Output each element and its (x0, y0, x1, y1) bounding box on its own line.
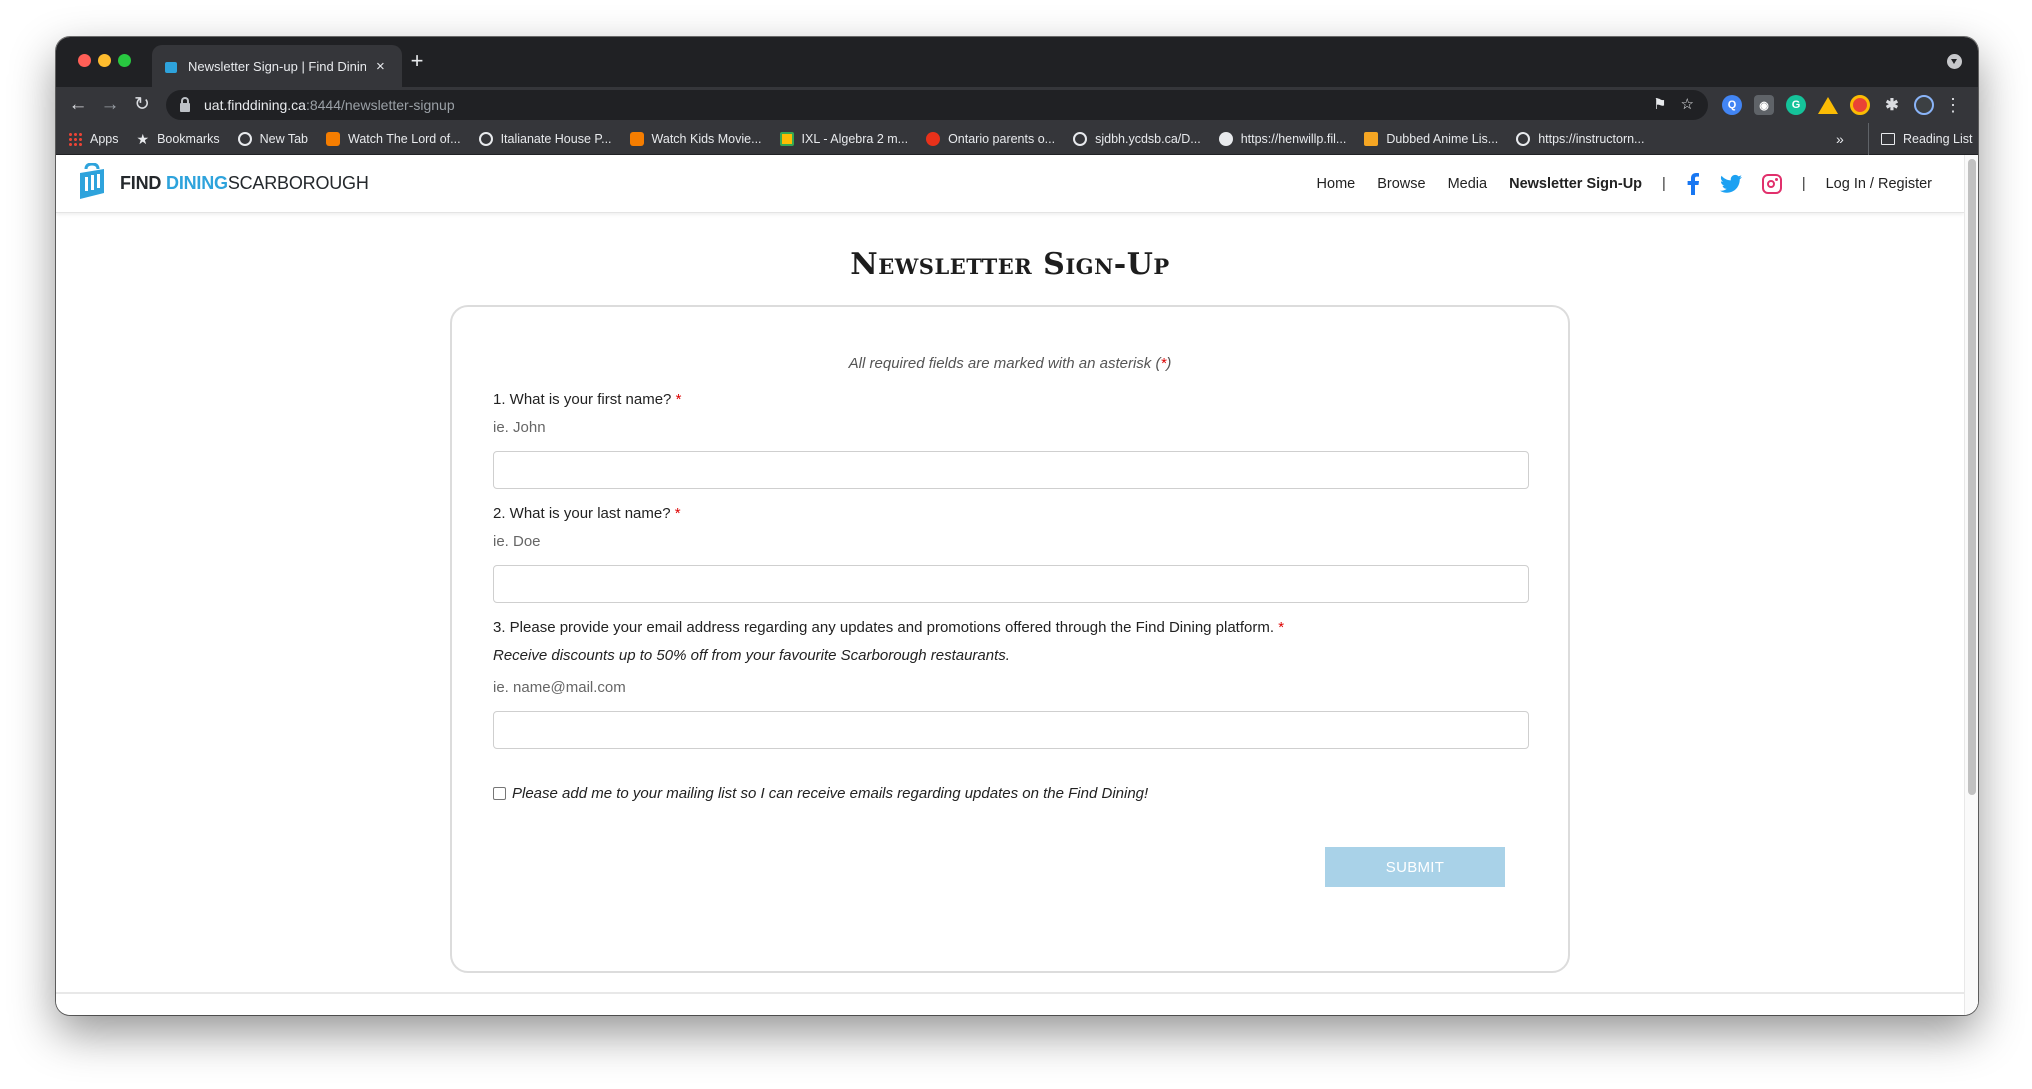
profile-avatar-icon[interactable] (1914, 95, 1934, 115)
extension-search-icon[interactable]: Q (1722, 95, 1742, 115)
extensions-puzzle-icon[interactable]: ✱ (1882, 95, 1902, 115)
site-nav: Home Browse Media Newsletter Sign-Up | |… (1295, 155, 1932, 213)
site-header: FIND DININGSCARBOROUGH Home Browse Media… (56, 155, 1964, 213)
address-bar[interactable]: uat.finddining.ca:8444/newsletter-signup… (166, 90, 1708, 120)
twitter-icon[interactable] (1719, 174, 1742, 194)
site-logo[interactable]: FIND DININGSCARBOROUGH (120, 173, 369, 194)
apps-icon (68, 132, 82, 146)
blocked-popup-icon[interactable]: ⚑ (1653, 95, 1666, 113)
bookmark-instructorn[interactable]: https://instructorn... (1516, 132, 1644, 146)
bookmark-italianate[interactable]: Italianate House P... (478, 132, 612, 146)
nav-media[interactable]: Media (1448, 176, 1488, 192)
ixl-icon (779, 132, 794, 146)
page-scrollbar[interactable] (1964, 155, 1978, 1015)
globe-icon (1073, 132, 1088, 146)
globe-icon (478, 132, 493, 146)
browser-toolbar: ← → ↻ uat.finddining.ca:8444/newsletter-… (56, 87, 1978, 123)
bookmark-bookmarks[interactable]: ★ Bookmarks (137, 131, 220, 148)
email-label: 3. Please provide your email address reg… (493, 619, 1285, 636)
bookmark-dubbed-anime[interactable]: Dubbed Anime Lis... (1364, 132, 1498, 146)
chrome-extension-icon[interactable] (1850, 95, 1870, 115)
bookmarks-overflow-chevron-icon[interactable]: » (1836, 131, 1844, 147)
bookmark-henwillp[interactable]: https://henwillp.fil... (1218, 132, 1346, 146)
first-name-hint: ie. John (493, 419, 546, 436)
bookmark-lord-of[interactable]: Watch The Lord of... (326, 132, 461, 146)
forward-arrow-icon[interactable]: → (98, 93, 122, 117)
tab-close-icon[interactable]: × (376, 58, 385, 75)
bookmark-kids-movie[interactable]: Watch Kids Movie... (629, 132, 762, 146)
globe-icon (237, 132, 252, 146)
page-viewport: FIND DININGSCARBOROUGH Home Browse Media… (56, 155, 1978, 1015)
blogger-icon (629, 132, 644, 146)
globe-icon (1516, 132, 1531, 146)
bookmark-ontario[interactable]: Ontario parents o... (926, 132, 1055, 146)
browser-window: Newsletter Sign-up | Find Dining Scarbor… (56, 37, 1978, 1015)
back-arrow-icon[interactable]: ← (66, 93, 90, 117)
nav-browse[interactable]: Browse (1377, 176, 1425, 192)
nav-separator: | (1801, 176, 1806, 192)
nav-home[interactable]: Home (1317, 176, 1356, 192)
close-window-button[interactable] (78, 54, 91, 67)
first-name-label: 1. What is your first name? * (493, 391, 682, 408)
bookmark-new-tab[interactable]: New Tab (237, 132, 308, 146)
last-name-hint: ie. Doe (493, 533, 541, 550)
crunchyroll-icon (1364, 132, 1379, 146)
required-asterisk: * (675, 391, 682, 408)
required-asterisk: * (674, 505, 681, 522)
first-name-input[interactable] (493, 451, 1529, 489)
reload-icon[interactable]: ↻ (130, 93, 154, 117)
tab-strip: Newsletter Sign-up | Find Dining Scarbor… (56, 37, 1978, 87)
find-dining-logo-icon[interactable] (76, 163, 108, 201)
footer-divider (56, 992, 1964, 994)
reading-list-icon (1881, 133, 1895, 145)
facebook-icon[interactable] (1686, 173, 1700, 195)
email-description: Receive discounts up to 50% off from you… (493, 647, 1010, 664)
last-name-input[interactable] (493, 565, 1529, 603)
active-tab[interactable]: Newsletter Sign-up | Find Dining Scarbor… (152, 45, 402, 87)
nav-login-register[interactable]: Log In / Register (1826, 176, 1932, 192)
blogger-icon (326, 132, 341, 146)
required-asterisk: * (1278, 619, 1285, 636)
nav-newsletter-signup[interactable]: Newsletter Sign-Up (1509, 176, 1642, 192)
browser-menu-icon[interactable]: ⋮ (1944, 93, 1962, 117)
bookmark-ixl[interactable]: IXL - Algebra 2 m... (779, 132, 908, 146)
mailing-list-checkbox[interactable] (493, 787, 506, 800)
nav-separator: | (1662, 176, 1666, 192)
bookmark-sjdbh[interactable]: sjdbh.ycdsb.ca/D... (1073, 132, 1201, 146)
bookmarks-bar: Apps ★ Bookmarks New Tab Watch The Lord o… (56, 123, 1978, 155)
new-tab-button[interactable]: + (402, 50, 432, 72)
grammarly-icon[interactable]: G (1786, 95, 1806, 115)
newsletter-form: All required fields are marked with an a… (450, 305, 1570, 973)
maximize-window-button[interactable] (118, 54, 131, 67)
tab-title: Newsletter Sign-up | Find Dining Scarbor… (188, 58, 366, 74)
url-path: :8444/newsletter-signup (305, 97, 455, 113)
url-host: uat.finddining.ca (204, 97, 306, 113)
scrollbar-thumb[interactable] (1968, 159, 1976, 795)
tab-search-icon[interactable] (1947, 54, 1962, 69)
mailing-list-option[interactable]: Please add me to your mailing list so I … (493, 785, 1148, 802)
reading-list-button[interactable]: Reading List (1868, 123, 1973, 155)
star-icon: ★ (136, 130, 150, 147)
cbc-icon (926, 132, 941, 146)
bookmark-star-icon[interactable]: ☆ (1681, 95, 1694, 113)
minimize-window-button[interactable] (98, 54, 111, 67)
wordpress-icon (1218, 132, 1233, 146)
submit-button[interactable]: SUBMIT (1325, 847, 1505, 887)
bookmark-apps[interactable]: Apps (68, 132, 119, 146)
instagram-icon[interactable] (1761, 174, 1782, 194)
page-title: Newsletter Sign-Up (850, 247, 1170, 282)
extension-camera-icon[interactable]: ◉ (1754, 95, 1774, 115)
email-input[interactable] (493, 711, 1529, 749)
required-fields-note: All required fields are marked with an a… (848, 355, 1172, 372)
social-links (1686, 173, 1782, 195)
site-favicon-icon (164, 59, 178, 73)
last-name-label: 2. What is your last name? * (493, 505, 681, 522)
mailing-list-label: Please add me to your mailing list so I … (512, 785, 1149, 802)
lock-icon[interactable] (180, 96, 190, 112)
google-drive-icon[interactable] (1818, 96, 1838, 114)
email-hint: ie. name@mail.com (493, 679, 626, 696)
